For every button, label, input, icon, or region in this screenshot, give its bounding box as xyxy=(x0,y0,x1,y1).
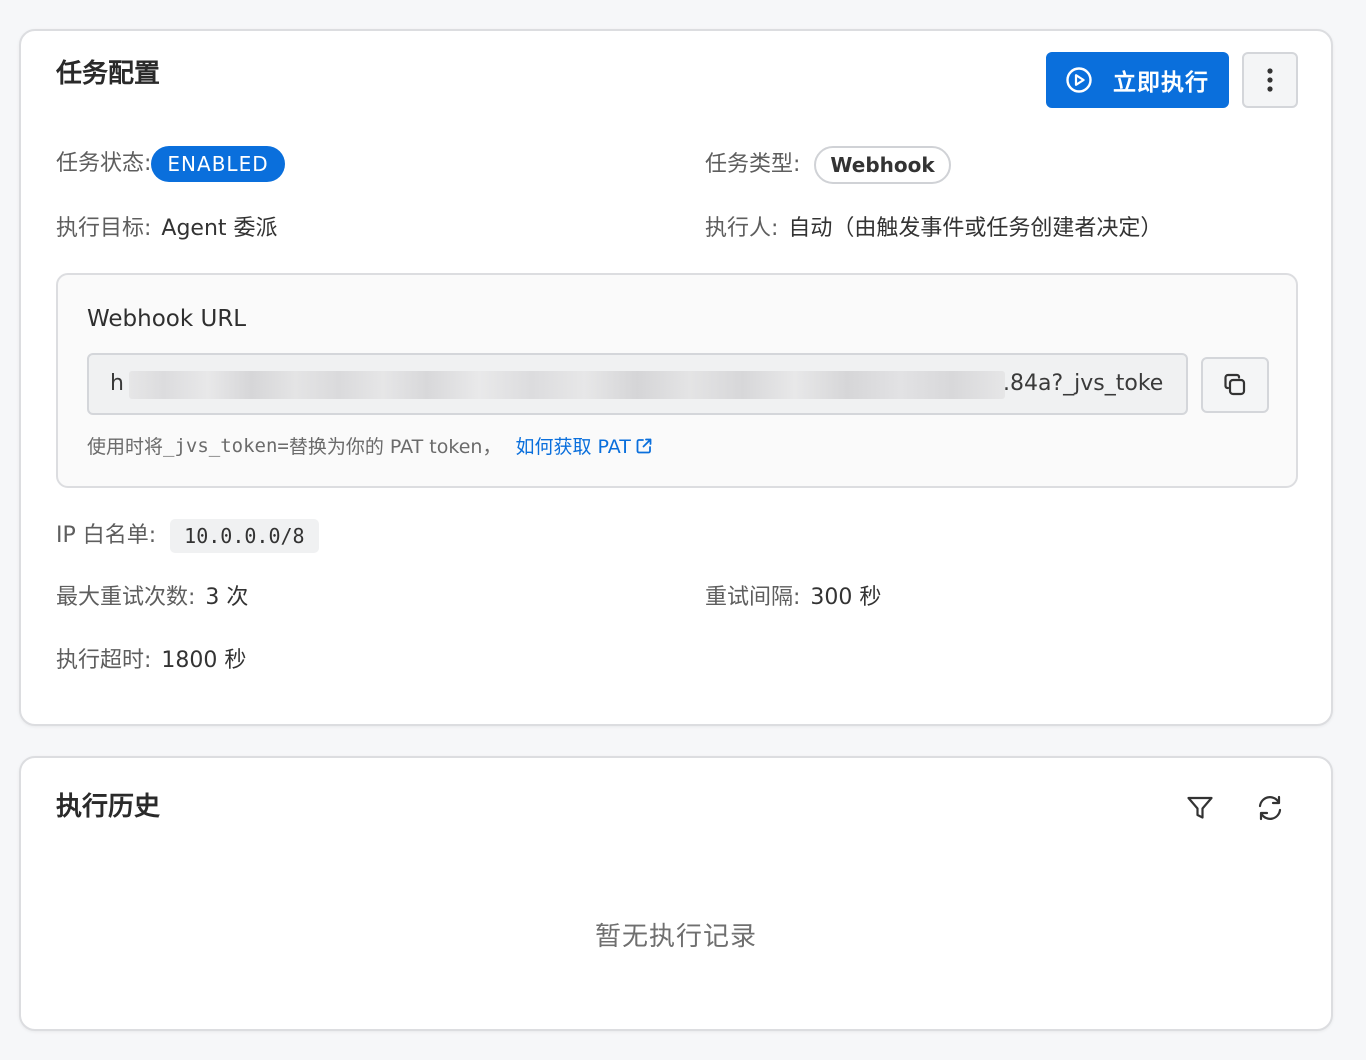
play-circle-icon xyxy=(1065,66,1093,94)
execution-history-card: 执行历史 暂无执行记录 xyxy=(19,756,1333,1031)
retry-interval-label: 重试间隔: xyxy=(705,585,801,610)
copy-icon xyxy=(1221,371,1249,399)
executor-value: 自动（由触发事件或任务创建者决定） xyxy=(788,216,1163,241)
timeout-field: 执行超时: 1800 秒 xyxy=(56,646,246,676)
task-status-label: 任务状态: xyxy=(56,151,152,176)
retry-interval-field: 重试间隔: 300 秒 xyxy=(705,583,881,613)
external-link-icon xyxy=(631,437,653,455)
webhook-url-panel: Webhook URL h .84a?_jvs_toke 使用时将 _jvs_t… xyxy=(56,273,1298,488)
max-retry-field: 最大重试次数: 3 次 xyxy=(56,583,248,613)
executor-field: 执行人: 自动（由触发事件或任务创建者决定） xyxy=(705,214,1162,244)
refresh-button[interactable] xyxy=(1253,791,1287,825)
webhook-url-title: Webhook URL xyxy=(87,306,247,332)
exec-target-label: 执行目标: xyxy=(56,216,152,241)
filter-icon xyxy=(1185,793,1215,823)
timeout-label: 执行超时: xyxy=(56,648,152,673)
webhook-url-start: h xyxy=(110,371,124,396)
run-now-button[interactable]: 立即执行 xyxy=(1046,52,1229,108)
timeout-value: 1800 秒 xyxy=(161,648,247,673)
executor-label: 执行人: xyxy=(705,216,779,241)
max-retry-label: 最大重试次数: xyxy=(56,585,196,610)
webhook-hint: 使用时将 _jvs_token= 替换为你的 PAT token， 如何获取 P… xyxy=(87,432,653,459)
filter-button[interactable] xyxy=(1183,791,1217,825)
more-vertical-icon xyxy=(1266,67,1274,93)
webhook-url-end: .84a?_jvs_toke xyxy=(1003,371,1164,396)
hint-suffix: 替换为你的 PAT token， xyxy=(288,436,502,458)
ip-whitelist-label: IP 白名单: xyxy=(56,523,157,548)
task-type-field: 任务类型: Webhook xyxy=(705,146,951,184)
task-type-label: 任务类型: xyxy=(705,152,801,177)
refresh-icon xyxy=(1255,793,1285,823)
webhook-url-input[interactable]: h .84a?_jvs_toke xyxy=(87,353,1188,415)
more-actions-button[interactable] xyxy=(1242,52,1298,108)
history-card-title: 执行历史 xyxy=(56,792,161,822)
hint-code: _jvs_token= xyxy=(163,434,289,457)
exec-target-value: Agent 委派 xyxy=(161,216,278,241)
task-status-field: 任务状态: ENABLED xyxy=(56,146,285,182)
empty-history-text: 暂无执行记录 xyxy=(594,922,757,952)
how-to-get-pat-label: 如何获取 PAT xyxy=(515,436,631,458)
exec-target-field: 执行目标: Agent 委派 xyxy=(56,214,278,244)
task-type-badge: Webhook xyxy=(814,146,951,184)
config-card-title: 任务配置 xyxy=(56,59,161,89)
ip-whitelist-field: IP 白名单: 10.0.0.0/8 xyxy=(56,519,319,553)
how-to-get-pat-link[interactable]: 如何获取 PAT xyxy=(515,432,652,459)
hint-prefix: 使用时将 xyxy=(87,436,164,458)
webhook-url-redacted xyxy=(129,371,1005,399)
copy-url-button[interactable] xyxy=(1201,357,1269,413)
task-config-card: 任务配置 立即执行 任务状态: ENABLED 任务类型: Webhook 执行… xyxy=(19,29,1333,726)
status-badge: ENABLED xyxy=(151,146,285,182)
max-retry-value: 3 次 xyxy=(205,585,249,610)
ip-whitelist-value: 10.0.0.0/8 xyxy=(170,519,319,553)
run-now-label: 立即执行 xyxy=(1113,70,1209,96)
retry-interval-value: 300 秒 xyxy=(810,585,882,610)
